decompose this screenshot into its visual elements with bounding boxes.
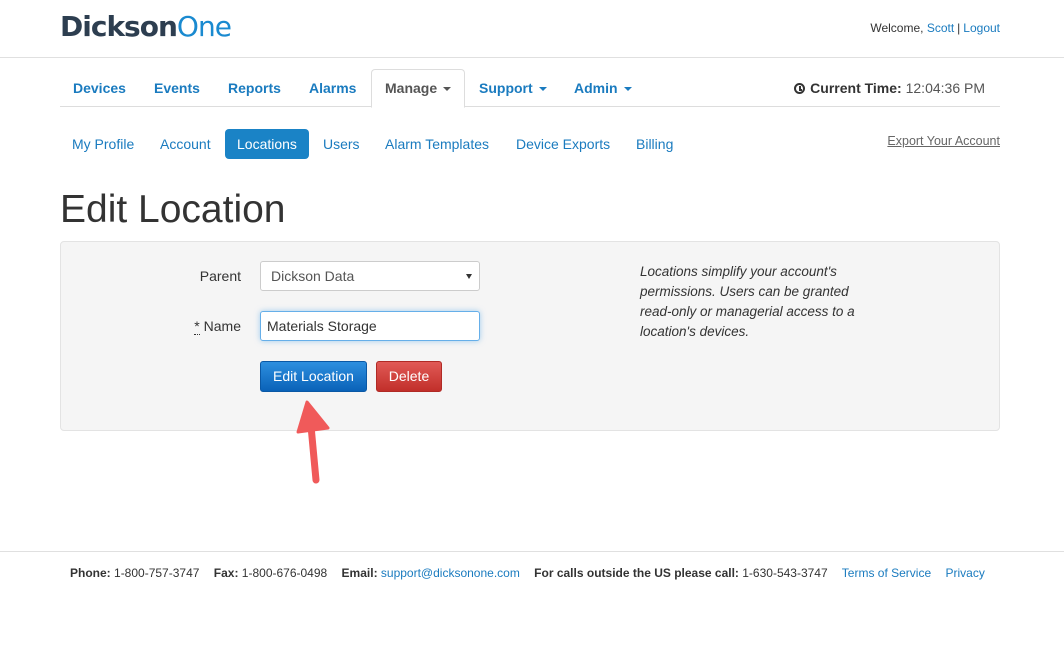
tab-reports[interactable]: Reports xyxy=(215,69,294,107)
intl-phone-value: 1-630-543-3747 xyxy=(742,566,828,580)
delete-button[interactable]: Delete xyxy=(376,361,442,392)
tab-label: Devices xyxy=(73,80,126,96)
caret-down-icon xyxy=(443,87,452,92)
logo-text-dickson: Dickson xyxy=(60,10,178,43)
subnav-item-account[interactable]: Account xyxy=(148,129,223,159)
current-time-label: Current Time: xyxy=(810,80,902,96)
tab-label: Events xyxy=(154,80,200,96)
edit-location-panel: Parent Dickson Data * Name Edit Location… xyxy=(60,241,1000,431)
subnav-item-locations[interactable]: Locations xyxy=(225,129,309,159)
subnav-item-my-profile[interactable]: My Profile xyxy=(60,129,146,159)
name-input[interactable] xyxy=(260,311,480,341)
logout-link[interactable]: Logout xyxy=(963,21,1000,35)
current-time-value: 12:04:36 PM xyxy=(905,80,985,96)
dicksonone-logo[interactable]: DicksonOne xyxy=(60,10,232,43)
name-label: Name xyxy=(203,318,241,334)
privacy-link[interactable]: Privacy xyxy=(945,566,984,580)
annotation-arrow-icon xyxy=(296,400,330,484)
parent-select-value: Dickson Data xyxy=(271,268,355,284)
logo-text-one: One xyxy=(176,10,232,43)
welcome-area: Welcome, Scott | Logout xyxy=(870,21,1000,35)
caret-down-icon xyxy=(538,87,547,92)
footer: Phone: 1-800-757-3747 Fax: 1-800-676-049… xyxy=(0,551,1064,670)
tab-admin[interactable]: Admin xyxy=(561,69,645,107)
tab-label: Reports xyxy=(228,80,281,96)
clock-icon xyxy=(794,83,806,94)
caret-down-icon xyxy=(623,87,632,92)
subnav-item-alarm-templates[interactable]: Alarm Templates xyxy=(373,129,501,159)
fax-label: Fax: xyxy=(213,566,239,580)
welcome-separator: | xyxy=(957,21,961,35)
parent-label: Parent xyxy=(199,268,241,284)
tab-label: Support xyxy=(479,80,533,96)
tab-support[interactable]: Support xyxy=(466,69,560,107)
dropdown-arrow-icon xyxy=(466,274,472,279)
edit-location-button[interactable]: Edit Location xyxy=(260,361,367,392)
tab-label: Alarms xyxy=(309,80,357,96)
terms-of-service-link[interactable]: Terms of Service xyxy=(842,566,931,580)
subnav-item-device-exports[interactable]: Device Exports xyxy=(504,129,622,159)
export-account-link[interactable]: Export Your Account xyxy=(887,134,1000,148)
fax-value: 1-800-676-0498 xyxy=(241,566,328,580)
phone-label: Phone: xyxy=(70,566,111,580)
page-title: Edit Location xyxy=(60,188,286,231)
main-nav: Devices Events Reports Alarms Manage Sup… xyxy=(60,69,1000,108)
name-label-wrap: * Name xyxy=(141,318,241,335)
subnav-item-users[interactable]: Users xyxy=(311,129,372,159)
footer-contact-line: Phone: 1-800-757-3747 Fax: 1-800-676-049… xyxy=(70,566,985,580)
parent-select[interactable]: Dickson Data xyxy=(260,261,480,291)
phone-value: 1-800-757-3747 xyxy=(114,566,200,580)
required-marker: * xyxy=(194,318,200,335)
current-time: Current Time: 12:04:36 PM xyxy=(794,69,985,107)
welcome-text: Welcome, xyxy=(870,21,927,35)
intl-phone-label: For calls outside the US please call: xyxy=(534,566,739,580)
tab-label: Admin xyxy=(574,80,618,96)
top-header: DicksonOne Welcome, Scott | Logout xyxy=(0,0,1064,58)
tab-label: Manage xyxy=(385,80,438,96)
tab-manage[interactable]: Manage xyxy=(371,69,466,108)
user-name-link[interactable]: Scott xyxy=(927,21,954,35)
email-link[interactable]: support@dicksonone.com xyxy=(381,566,520,580)
tab-devices[interactable]: Devices xyxy=(60,69,139,107)
subnav-item-billing[interactable]: Billing xyxy=(624,129,685,159)
locations-help-text: Locations simplify your account's permis… xyxy=(640,264,855,339)
tab-events[interactable]: Events xyxy=(141,69,213,107)
tab-alarms[interactable]: Alarms xyxy=(296,69,369,107)
email-label: Email: xyxy=(341,566,378,580)
